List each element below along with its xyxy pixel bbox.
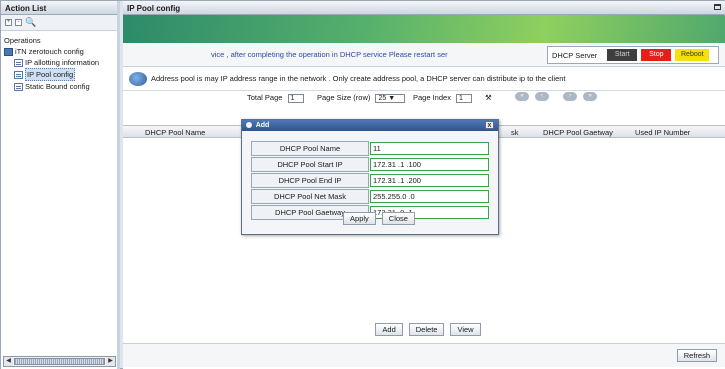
tree-root-label: iTN zerotouch config xyxy=(15,47,84,56)
end-ip-input[interactable]: 172.31 .1 .200 xyxy=(370,174,489,187)
dialog-title-bar[interactable]: Add x xyxy=(242,120,498,131)
dhcp-info-bar: vice , after completing the operation in… xyxy=(123,43,725,67)
column-header-gateway: DHCP Pool Gaetway xyxy=(543,128,613,137)
page-size-label: Page Size (row) xyxy=(317,93,371,102)
last-page-button[interactable]: » xyxy=(583,92,597,101)
page-index: Page Index 1 xyxy=(413,93,473,103)
description-text: Address pool is may IP address range in … xyxy=(151,74,566,83)
sidebar-item-ip-allotting[interactable]: IP allotting information xyxy=(4,57,114,68)
end-ip-label: DHCP Pool End IP xyxy=(251,173,369,188)
page-size: Page Size (row) 25 ▼ xyxy=(317,93,406,103)
page-index-input[interactable]: 1 xyxy=(456,93,473,103)
pool-name-label: DHCP Pool Name xyxy=(251,141,369,156)
table-icon xyxy=(14,58,23,67)
pagination-bar: Total Page 1 Page Size (row) 25 ▼ Page I… xyxy=(123,91,725,103)
pool-form: DHCP Pool Name 11 DHCP Pool Start IP 172… xyxy=(251,141,491,221)
dialog-icon xyxy=(246,122,252,129)
next-page-button[interactable]: › xyxy=(563,92,577,101)
dhcp-server-label: DHCP Server xyxy=(552,50,598,60)
add-pool-dialog: Add x DHCP Pool Name 11 DHCP Pool Start … xyxy=(241,119,499,235)
form-row: DHCP Pool Net Mask 255.255.0 .0 xyxy=(251,189,491,204)
close-icon[interactable]: x xyxy=(485,121,494,129)
app-window: Action List + - 🔍 Operations iTN zerotou… xyxy=(0,0,725,369)
table-icon xyxy=(14,70,23,79)
dialog-buttons: Apply Close xyxy=(242,212,500,225)
bottom-bar: Refresh xyxy=(123,343,725,367)
form-row: DHCP Pool Name 11 xyxy=(251,141,491,156)
start-button[interactable]: Start xyxy=(607,49,638,61)
start-ip-input[interactable]: 172.31 .1 .100 xyxy=(370,158,489,171)
scroll-thumb[interactable] xyxy=(14,358,105,365)
tree-section-label: Operations xyxy=(4,36,41,45)
total-page-value: 1 xyxy=(287,93,304,103)
add-button[interactable]: Add xyxy=(375,323,403,336)
page-title: IP Pool config xyxy=(127,4,181,13)
description-row: Address pool is may IP address range in … xyxy=(123,67,725,91)
restart-notice: vice , after completing the operation in… xyxy=(211,50,448,59)
prev-page-button[interactable]: ‹ xyxy=(535,92,549,101)
start-ip-label: DHCP Pool Start IP xyxy=(251,157,369,172)
horizontal-scrollbar[interactable]: ◀ ▶ xyxy=(3,356,116,367)
page-title-bar: IP Pool config xyxy=(123,1,725,15)
net-mask-label: DHCP Pool Net Mask xyxy=(251,189,369,204)
refresh-button[interactable]: Refresh xyxy=(676,349,717,362)
sidebar-item-static-bound[interactable]: Static Bound config xyxy=(4,81,114,92)
column-header-mask: sk xyxy=(511,128,519,137)
tree-toolbar: + - 🔍 xyxy=(1,15,117,31)
dhcp-server-controls: DHCP Server Start Stop Reboot xyxy=(547,46,719,64)
collapse-all-icon[interactable]: - xyxy=(15,19,22,26)
page-index-label: Page Index xyxy=(413,93,451,102)
sidebar-item-label: Static Bound config xyxy=(25,82,90,91)
total-page: Total Page 1 xyxy=(247,93,304,103)
network-globe-icon xyxy=(129,71,147,86)
sidebar-item-label: IP allotting information xyxy=(25,58,100,67)
close-button[interactable]: Close xyxy=(381,212,415,225)
total-page-label: Total Page xyxy=(247,93,283,102)
tree-root-item[interactable]: iTN zerotouch config xyxy=(4,46,114,57)
column-header-name: DHCP Pool Name xyxy=(145,128,206,137)
action-list-title: Action List xyxy=(1,1,117,15)
reboot-button[interactable]: Reboot xyxy=(675,49,710,61)
sidebar-item-label: IP Pool config xyxy=(25,68,76,81)
net-mask-input[interactable]: 255.255.0 .0 xyxy=(370,190,489,203)
delete-button[interactable]: Delete xyxy=(408,323,445,336)
pool-name-input[interactable]: 11 xyxy=(370,142,489,155)
apply-button[interactable]: Apply xyxy=(343,212,376,225)
form-row: DHCP Pool End IP 172.31 .1 .200 xyxy=(251,173,491,188)
expand-all-icon[interactable]: + xyxy=(5,19,12,26)
maximize-icon[interactable] xyxy=(714,4,721,10)
action-list-panel: Action List + - 🔍 Operations iTN zerotou… xyxy=(1,1,120,369)
form-row: DHCP Pool Start IP 172.31 .1 .100 xyxy=(251,157,491,172)
page-size-value: 25 xyxy=(378,94,387,102)
stop-button[interactable]: Stop xyxy=(641,49,672,61)
scroll-left-icon[interactable]: ◀ xyxy=(4,357,13,366)
header-banner xyxy=(123,15,725,43)
binoculars-icon[interactable]: 🔍 xyxy=(25,17,36,28)
action-buttons: Add Delete View xyxy=(123,323,725,336)
view-button[interactable]: View xyxy=(450,323,481,336)
action-tree: Operations iTN zerotouch config IP allot… xyxy=(1,31,117,95)
scroll-right-icon[interactable]: ▶ xyxy=(106,357,115,366)
first-page-button[interactable]: « xyxy=(515,92,529,101)
config-folder-icon xyxy=(4,47,13,56)
table-icon xyxy=(14,82,23,91)
page-size-select[interactable]: 25 ▼ xyxy=(375,93,406,103)
go-icon[interactable]: ⚒ xyxy=(485,93,492,102)
column-header-used: Used IP Number xyxy=(635,128,691,137)
sidebar-item-ip-pool-config[interactable]: IP Pool config xyxy=(4,68,114,81)
dialog-title: Add xyxy=(255,122,270,129)
